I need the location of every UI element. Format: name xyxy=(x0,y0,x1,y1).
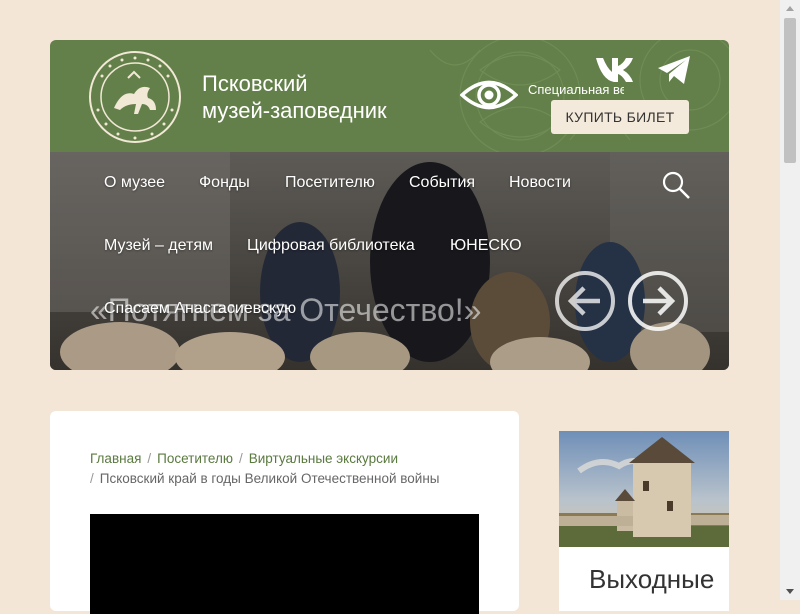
nav-item-visitors[interactable]: Посетителю xyxy=(285,174,375,192)
special-version-link[interactable]: Специальная версия xyxy=(528,82,624,97)
breadcrumb-separator: / xyxy=(147,451,152,466)
breadcrumb-home[interactable]: Главная xyxy=(90,451,141,466)
main-content: Главная / Посетителю / Виртуальные экскурсии… xyxy=(50,411,519,614)
scroll-thumb[interactable] xyxy=(784,18,796,163)
nav-item-unesco[interactable]: ЮНЕСКО xyxy=(450,237,522,255)
breadcrumb-separator: / xyxy=(239,451,243,466)
search-icon[interactable] xyxy=(661,170,691,200)
nav-item-news[interactable]: Новости xyxy=(509,174,571,192)
nav-item-about[interactable]: О музее xyxy=(104,174,165,192)
site-title-line1: Псковский xyxy=(202,71,308,96)
nav-item-kids[interactable]: Музей – детям xyxy=(104,237,213,255)
nav-item-save-anastasievskaya[interactable]: Спасаем Анастасиевскую xyxy=(104,300,296,318)
scroll-up-arrow-icon[interactable] xyxy=(780,0,800,17)
museum-logo[interactable] xyxy=(88,50,182,144)
vertical-scrollbar[interactable] xyxy=(780,0,800,600)
video-player[interactable] xyxy=(90,514,479,614)
breadcrumb: Главная / Посетителю / Виртуальные экскурсии… xyxy=(90,449,510,489)
eye-icon[interactable] xyxy=(460,78,518,112)
scroll-down-arrow-icon[interactable] xyxy=(780,583,800,600)
sidebar-card[interactable]: Выходные xyxy=(559,431,729,611)
site-title-line2: музей-заповедник xyxy=(202,98,387,123)
site-title[interactable]: Псковский музей-заповедник xyxy=(202,70,387,124)
slider-next-arrow-icon[interactable] xyxy=(627,270,689,332)
breadcrumb-visitors[interactable]: Посетителю xyxy=(157,451,233,466)
buy-ticket-button[interactable]: КУПИТЬ БИЛЕТ xyxy=(551,100,689,134)
sidebar-card-title: Выходные xyxy=(589,564,715,594)
site-header: Псковский музей-заповедник Специальная в… xyxy=(50,40,729,152)
vk-icon[interactable] xyxy=(595,56,635,82)
breadcrumb-current: Псковский край в годы Великой Отечествен… xyxy=(99,471,440,486)
nav-item-digital-library[interactable]: Цифровая библиотека xyxy=(247,237,415,255)
breadcrumb-separator: / xyxy=(90,471,94,486)
breadcrumb-virtual-tours[interactable]: Виртуальные экскурсии xyxy=(249,451,398,466)
slider-prev-arrow-icon[interactable] xyxy=(554,270,616,332)
sidebar-card-image xyxy=(559,431,729,547)
nav-item-events[interactable]: События xyxy=(409,174,475,192)
nav-item-collections[interactable]: Фонды xyxy=(199,174,250,192)
hero-slider: О музее Фонды Посетителю События Новости… xyxy=(50,152,729,370)
telegram-icon[interactable] xyxy=(656,54,692,86)
